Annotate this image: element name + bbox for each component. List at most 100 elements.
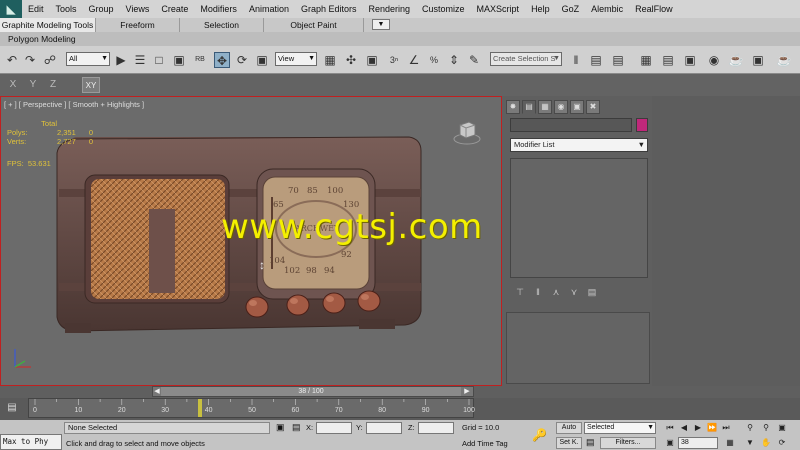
snap-toggle-icon[interactable]: 3ⁿ bbox=[386, 52, 402, 68]
track-ruler[interactable]: 0 10 20 30 40 50 60 70 80 90 100 bbox=[28, 398, 475, 418]
window-crossing-icon[interactable]: ▣ bbox=[171, 52, 187, 68]
menu-customize[interactable]: Customize bbox=[416, 4, 471, 14]
axis-x-button[interactable]: X bbox=[4, 77, 22, 93]
render-production-icon[interactable]: ☕ bbox=[776, 52, 792, 68]
rotate-icon[interactable]: ⟳ bbox=[234, 52, 250, 68]
configure-modifier-sets-icon[interactable]: ▤ bbox=[586, 286, 598, 298]
y-coordinate-field[interactable] bbox=[366, 422, 402, 434]
menu-group[interactable]: Group bbox=[83, 4, 120, 14]
slider-next-icon[interactable]: ▶ bbox=[463, 387, 471, 396]
create-tab-icon[interactable]: ✸ bbox=[506, 100, 520, 114]
object-color-swatch[interactable] bbox=[636, 118, 648, 132]
curve-editor-icon[interactable]: ▤ bbox=[660, 52, 676, 68]
graphite-toggle-icon[interactable]: ▦ bbox=[638, 52, 654, 68]
key-mode-toggle-icon[interactable]: ▣ bbox=[664, 437, 676, 449]
viewcube-icon[interactable] bbox=[453, 119, 481, 145]
rendered-frame-icon[interactable]: ▣ bbox=[750, 52, 766, 68]
percent-snap-icon[interactable]: % bbox=[426, 52, 442, 68]
play-icon[interactable]: ▶ bbox=[692, 422, 704, 434]
ribbon-panel-label[interactable]: Polygon Modeling bbox=[8, 34, 76, 44]
pin-stack-icon[interactable]: ⊤ bbox=[514, 286, 526, 298]
key-filter-dropdown[interactable]: Selected ▼ bbox=[584, 422, 656, 434]
reference-coordinate-dropdown[interactable]: View ▼ bbox=[275, 52, 317, 66]
set-key-button[interactable]: Set K. bbox=[556, 437, 582, 449]
display-tab-icon[interactable]: ▣ bbox=[570, 100, 584, 114]
modifier-list-dropdown[interactable]: Modifier List ▼ bbox=[510, 138, 648, 152]
app-logo-icon[interactable]: ◣ bbox=[0, 0, 22, 18]
axis-xy-button[interactable]: XY bbox=[82, 77, 100, 93]
menu-views[interactable]: Views bbox=[120, 4, 156, 14]
add-time-tag-button[interactable]: Add Time Tag bbox=[462, 439, 508, 448]
motion-tab-icon[interactable]: ◉ bbox=[554, 100, 568, 114]
hierarchy-tab-icon[interactable]: ▦ bbox=[538, 100, 552, 114]
zoom-extents-icon[interactable]: ▣ bbox=[776, 422, 788, 434]
perspective-viewport[interactable]: ARCHWEY 70 85 100 65 130 104 92 102 98 9… bbox=[0, 96, 502, 386]
key-mode-icon[interactable]: ▤ bbox=[586, 437, 595, 448]
key-filters-button[interactable]: Filters... bbox=[600, 437, 656, 449]
pan-icon[interactable]: ✋ bbox=[760, 437, 772, 449]
current-frame-marker[interactable] bbox=[197, 399, 202, 417]
axis-z-button[interactable]: Z bbox=[44, 77, 62, 93]
zoom-all-icon[interactable]: ⚲ bbox=[760, 422, 772, 434]
modify-tab-icon[interactable]: ▤ bbox=[522, 100, 536, 114]
field-of-view-icon[interactable]: ▼ bbox=[744, 437, 756, 449]
select-by-name-icon[interactable]: ☰ bbox=[132, 52, 148, 68]
time-slider[interactable]: ◀ 38 / 100 ▶ bbox=[152, 386, 474, 397]
named-selection-dropdown[interactable]: Create Selection S ▼ bbox=[490, 52, 562, 66]
time-config-icon[interactable]: ▦ bbox=[724, 437, 736, 449]
link-icon[interactable]: ☍ bbox=[42, 52, 58, 68]
align-icon[interactable]: ▤ bbox=[588, 52, 604, 68]
layer-manager-icon[interactable]: ▤ bbox=[610, 52, 626, 68]
time-slider-thumb[interactable]: 38 / 100 bbox=[161, 387, 461, 396]
menu-help[interactable]: Help bbox=[525, 4, 556, 14]
selection-filter-dropdown[interactable]: All ▼ bbox=[66, 52, 110, 66]
menu-realflow[interactable]: RealFlow bbox=[629, 4, 679, 14]
zoom-icon[interactable]: ⚲ bbox=[744, 422, 756, 434]
menu-tools[interactable]: Tools bbox=[50, 4, 83, 14]
go-to-start-icon[interactable]: ⏮ bbox=[664, 422, 676, 434]
material-editor-icon[interactable]: ◉ bbox=[706, 52, 722, 68]
menu-alembic[interactable]: Alembic bbox=[585, 4, 629, 14]
tab-graphite-modeling-tools[interactable]: Graphite Modeling Tools bbox=[0, 18, 96, 32]
menu-edit[interactable]: Edit bbox=[22, 4, 50, 14]
ribbon-dropdown-button[interactable]: ▼ bbox=[372, 19, 390, 30]
menu-animation[interactable]: Animation bbox=[243, 4, 295, 14]
object-name-field[interactable] bbox=[510, 118, 632, 132]
remove-modifier-icon[interactable]: ⋎ bbox=[568, 286, 580, 298]
maxscript-listener-input[interactable]: Max to Phy bbox=[0, 434, 62, 450]
menu-graph-editors[interactable]: Graph Editors bbox=[295, 4, 363, 14]
next-frame-icon[interactable]: ⏩ bbox=[706, 422, 718, 434]
render-setup-teapot-icon[interactable]: ☕ bbox=[728, 52, 744, 68]
mirror-icon[interactable]: ‖ bbox=[568, 52, 584, 68]
spinner-snap-icon[interactable]: ⇕ bbox=[446, 52, 462, 68]
lock-selection-icon[interactable]: ▣ bbox=[276, 422, 285, 433]
menu-goz[interactable]: GoZ bbox=[556, 4, 586, 14]
select-object-icon[interactable]: ▶ bbox=[113, 52, 129, 68]
go-to-end-icon[interactable]: ⏭ bbox=[720, 422, 732, 434]
edit-named-selections-icon[interactable]: ✎ bbox=[466, 52, 482, 68]
keyboard-shortcut-icon[interactable]: ▣ bbox=[364, 52, 380, 68]
set-key-icon[interactable]: 🔑 bbox=[532, 428, 547, 442]
undo-icon[interactable]: ↶ bbox=[4, 52, 20, 68]
menu-maxscript[interactable]: MAXScript bbox=[471, 4, 526, 14]
current-frame-field[interactable]: 38 bbox=[678, 437, 718, 449]
previous-frame-icon[interactable]: ◀ bbox=[678, 422, 690, 434]
make-unique-icon[interactable]: ⋏ bbox=[550, 286, 562, 298]
mini-curve-editor-icon[interactable]: ▤ bbox=[4, 402, 20, 416]
orbit-icon[interactable]: ⟳ bbox=[776, 437, 788, 449]
region-select-icon[interactable]: □ bbox=[151, 52, 167, 68]
auto-key-button[interactable]: Auto bbox=[556, 422, 582, 434]
scale-icon[interactable]: ▣ bbox=[254, 52, 270, 68]
x-coordinate-field[interactable] bbox=[316, 422, 352, 434]
tab-selection[interactable]: Selection bbox=[180, 18, 264, 32]
show-end-result-icon[interactable]: ‖ bbox=[532, 286, 544, 298]
slider-prev-icon[interactable]: ◀ bbox=[153, 387, 161, 396]
modifier-stack-list[interactable] bbox=[510, 158, 648, 278]
pivot-center-icon[interactable]: ▦ bbox=[322, 52, 338, 68]
angle-snap-icon[interactable]: ∠ bbox=[406, 52, 422, 68]
render-setup-icon[interactable]: RB bbox=[192, 52, 208, 68]
redo-icon[interactable]: ↷ bbox=[22, 52, 38, 68]
select-and-move-icon[interactable]: ✥ bbox=[214, 52, 230, 68]
menu-modifiers[interactable]: Modifiers bbox=[194, 4, 243, 14]
menu-create[interactable]: Create bbox=[155, 4, 194, 14]
